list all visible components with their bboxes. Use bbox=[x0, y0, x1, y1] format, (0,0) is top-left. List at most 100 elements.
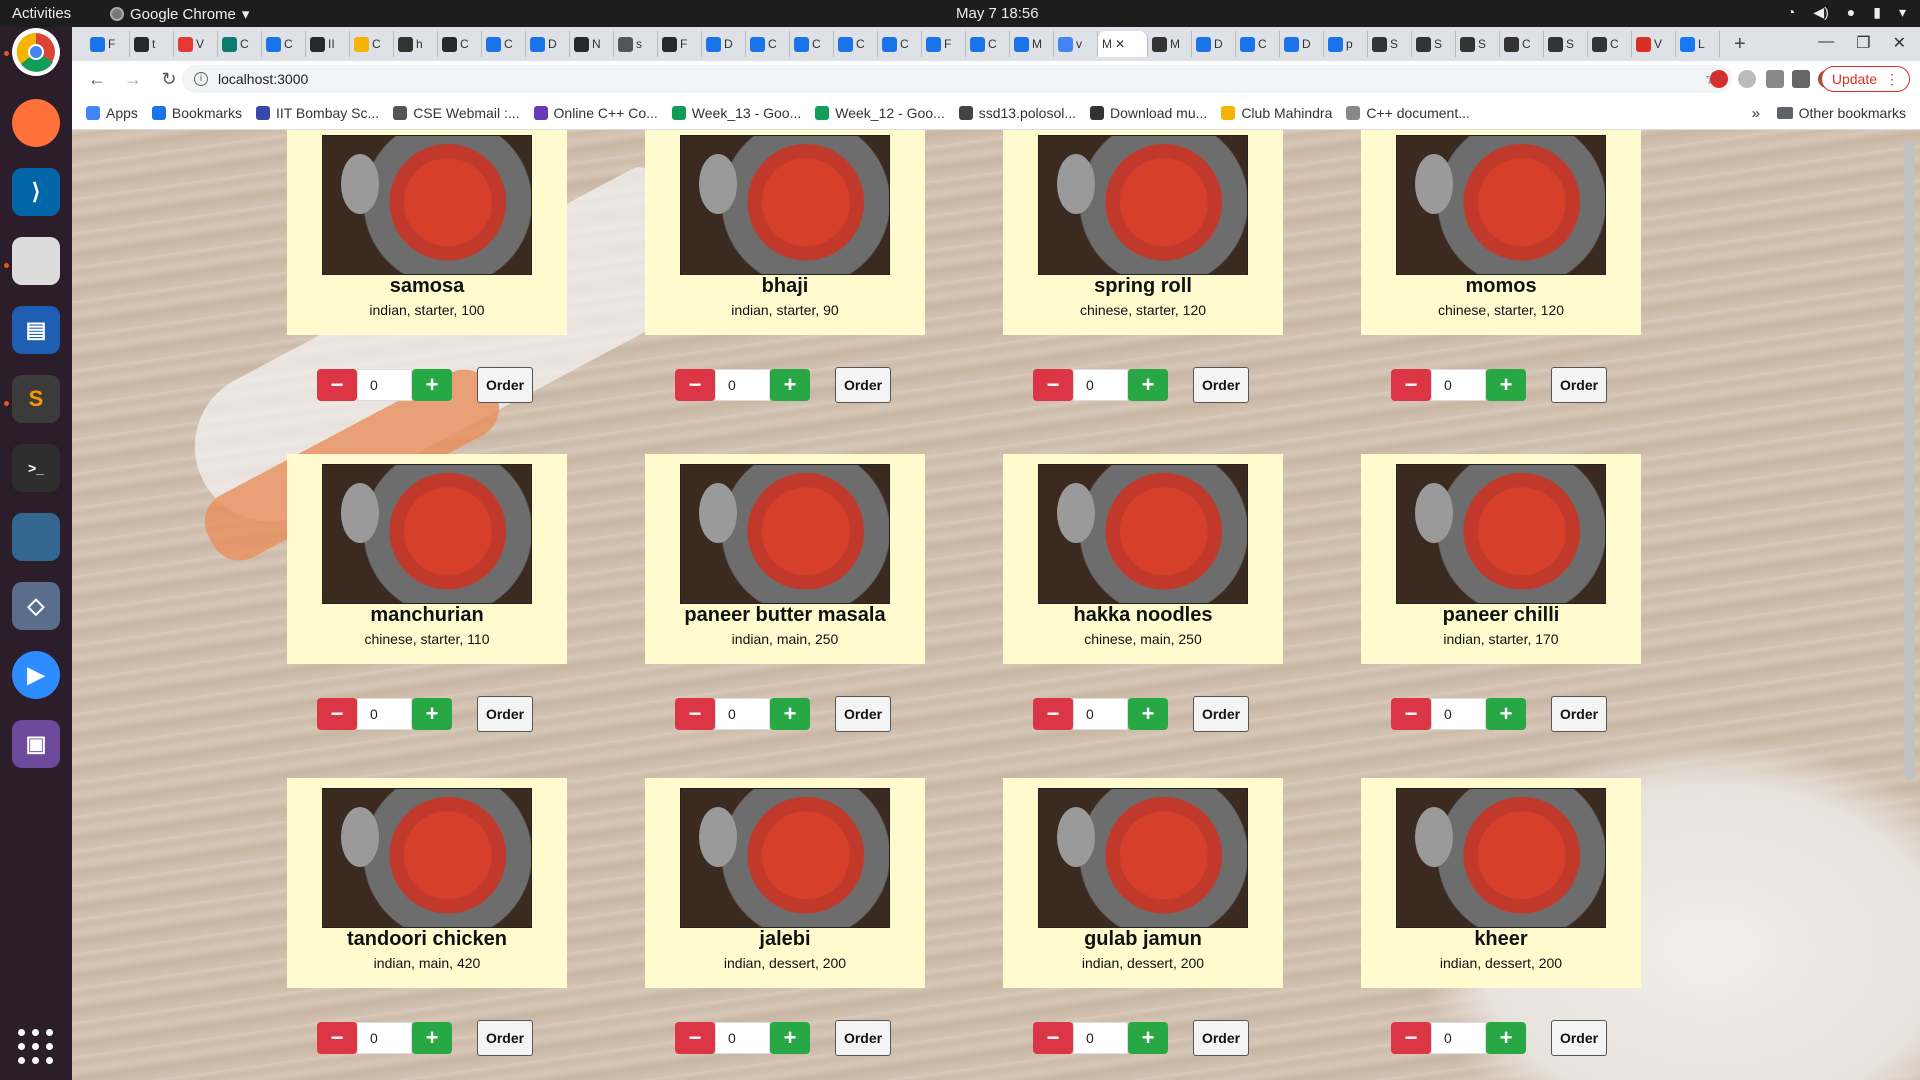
info-icon[interactable]: i bbox=[194, 72, 208, 86]
sublime-icon[interactable]: S bbox=[12, 375, 60, 423]
bookmark-item[interactable]: Club Mahindra bbox=[1221, 105, 1332, 121]
decrease-quantity-button[interactable]: − bbox=[675, 698, 715, 730]
browser-tab[interactable]: C bbox=[350, 31, 394, 57]
browser-tab[interactable]: S bbox=[1368, 31, 1412, 57]
browser-tab[interactable]: V bbox=[1632, 31, 1676, 57]
chrome-icon[interactable] bbox=[12, 28, 60, 76]
order-button[interactable]: Order bbox=[835, 367, 891, 403]
forward-icon[interactable]: → bbox=[122, 69, 144, 90]
bookmark-item[interactable]: ssd13.polosol... bbox=[958, 105, 1076, 121]
decrease-quantity-button[interactable]: − bbox=[1033, 369, 1073, 401]
3d-box-icon[interactable]: ◇ bbox=[12, 582, 60, 630]
other-bookmarks[interactable]: Other bookmarks bbox=[1776, 105, 1906, 121]
order-button[interactable]: Order bbox=[1551, 696, 1607, 732]
order-button[interactable]: Order bbox=[835, 1020, 891, 1056]
order-button[interactable]: Order bbox=[477, 1020, 533, 1056]
back-icon[interactable]: ← bbox=[86, 69, 108, 90]
increase-quantity-button[interactable]: + bbox=[1128, 698, 1168, 730]
adblock-icon[interactable] bbox=[1710, 70, 1728, 88]
quantity-input[interactable]: 0 bbox=[1431, 369, 1486, 401]
increase-quantity-button[interactable]: + bbox=[1486, 698, 1526, 730]
restore-icon[interactable]: ❐ bbox=[1856, 33, 1870, 53]
browser-tab[interactable]: C bbox=[1236, 31, 1280, 57]
browser-tab[interactable]: C bbox=[966, 31, 1010, 57]
browser-tab[interactable]: S bbox=[1456, 31, 1500, 57]
decrease-quantity-button[interactable]: − bbox=[1391, 1022, 1431, 1054]
quantity-input[interactable]: 0 bbox=[715, 369, 770, 401]
video-icon[interactable]: ▣ bbox=[12, 720, 60, 768]
browser-tab[interactable]: L bbox=[1676, 31, 1720, 57]
bookmark-item[interactable]: Download mu... bbox=[1090, 105, 1207, 121]
increase-quantity-button[interactable]: + bbox=[1486, 1022, 1526, 1054]
browser-tab[interactable]: C bbox=[218, 31, 262, 57]
increase-quantity-button[interactable]: + bbox=[770, 698, 810, 730]
quantity-input[interactable]: 0 bbox=[1073, 1022, 1128, 1054]
decrease-quantity-button[interactable]: − bbox=[317, 369, 357, 401]
browser-tab[interactable]: S bbox=[1412, 31, 1456, 57]
bookmark-item[interactable]: Online C++ Co... bbox=[533, 105, 658, 121]
bookmark-item[interactable]: Week_12 - Goo... bbox=[815, 105, 945, 121]
postgres-icon[interactable] bbox=[12, 513, 60, 561]
browser-tab[interactable]: C bbox=[1588, 31, 1632, 57]
bookmark-item[interactable]: Apps bbox=[86, 105, 138, 121]
browser-tab[interactable]: D bbox=[702, 31, 746, 57]
order-button[interactable]: Order bbox=[1551, 1020, 1607, 1056]
quantity-input[interactable]: 0 bbox=[1073, 698, 1128, 730]
browser-tab[interactable]: V bbox=[174, 31, 218, 57]
browser-tab[interactable]: F bbox=[922, 31, 966, 57]
bookmark-item[interactable]: CSE Webmail :... bbox=[393, 105, 520, 121]
browser-tab[interactable]: p bbox=[1324, 31, 1368, 57]
browser-tab[interactable]: F bbox=[658, 31, 702, 57]
browser-tab[interactable]: C bbox=[746, 31, 790, 57]
quantity-input[interactable]: 0 bbox=[715, 698, 770, 730]
bookmark-item[interactable]: IIT Bombay Sc... bbox=[255, 105, 379, 121]
browser-tab[interactable]: N bbox=[570, 31, 614, 57]
browser-tab[interactable]: v bbox=[1054, 31, 1098, 57]
quantity-input[interactable]: 0 bbox=[715, 1022, 770, 1054]
decrease-quantity-button[interactable]: − bbox=[317, 1022, 357, 1054]
browser-tab[interactable]: II bbox=[306, 31, 350, 57]
reload-icon[interactable]: ↻ bbox=[158, 69, 180, 90]
close-tab-icon[interactable]: ✕ bbox=[1115, 37, 1125, 51]
browser-tab[interactable]: M bbox=[1148, 31, 1192, 57]
browser-tab[interactable]: D bbox=[1192, 31, 1236, 57]
new-tab-button[interactable]: + bbox=[1734, 33, 1746, 56]
puzzle-icon[interactable] bbox=[1792, 70, 1810, 88]
decrease-quantity-button[interactable]: − bbox=[1033, 1022, 1073, 1054]
order-button[interactable]: Order bbox=[1193, 1020, 1249, 1056]
quantity-input[interactable]: 0 bbox=[357, 1022, 412, 1054]
files-icon[interactable] bbox=[12, 237, 60, 285]
active-browser-tab[interactable]: M ✕ bbox=[1098, 31, 1148, 57]
increase-quantity-button[interactable]: + bbox=[412, 369, 452, 401]
browser-tab[interactable]: F bbox=[86, 31, 130, 57]
increase-quantity-button[interactable]: + bbox=[1128, 1022, 1168, 1054]
browser-tab[interactable]: C bbox=[482, 31, 526, 57]
browser-tab[interactable]: C bbox=[834, 31, 878, 57]
order-button[interactable]: Order bbox=[1193, 367, 1249, 403]
decrease-quantity-button[interactable]: − bbox=[1033, 698, 1073, 730]
bookmark-item[interactable]: Bookmarks bbox=[151, 105, 242, 121]
quantity-input[interactable]: 0 bbox=[1073, 369, 1128, 401]
browser-tab[interactable]: C bbox=[878, 31, 922, 57]
bookmark-item[interactable]: Week_13 - Goo... bbox=[671, 105, 801, 121]
decrease-quantity-button[interactable]: − bbox=[1391, 369, 1431, 401]
show-apps-icon[interactable] bbox=[18, 1029, 54, 1065]
browser-tab[interactable]: h bbox=[394, 31, 438, 57]
order-button[interactable]: Order bbox=[835, 696, 891, 732]
increase-quantity-button[interactable]: + bbox=[770, 1022, 810, 1054]
bookmark-item[interactable]: C++ document... bbox=[1346, 105, 1470, 121]
decrease-quantity-button[interactable]: − bbox=[1391, 698, 1431, 730]
quantity-input[interactable]: 0 bbox=[1431, 1022, 1486, 1054]
increase-quantity-button[interactable]: + bbox=[770, 369, 810, 401]
update-button[interactable]: Update ⋮ bbox=[1820, 66, 1910, 92]
close-icon[interactable]: ✕ bbox=[1893, 33, 1906, 53]
order-button[interactable]: Order bbox=[1193, 696, 1249, 732]
decrease-quantity-button[interactable]: − bbox=[675, 369, 715, 401]
browser-tab[interactable]: D bbox=[1280, 31, 1324, 57]
browser-tab[interactable]: C bbox=[1500, 31, 1544, 57]
browser-tab[interactable]: S bbox=[1544, 31, 1588, 57]
mail-extension-icon[interactable] bbox=[1766, 70, 1784, 88]
increase-quantity-button[interactable]: + bbox=[412, 1022, 452, 1054]
quantity-input[interactable]: 0 bbox=[1431, 698, 1486, 730]
address-bar[interactable]: i localhost:3000 ☆ bbox=[182, 65, 1732, 93]
